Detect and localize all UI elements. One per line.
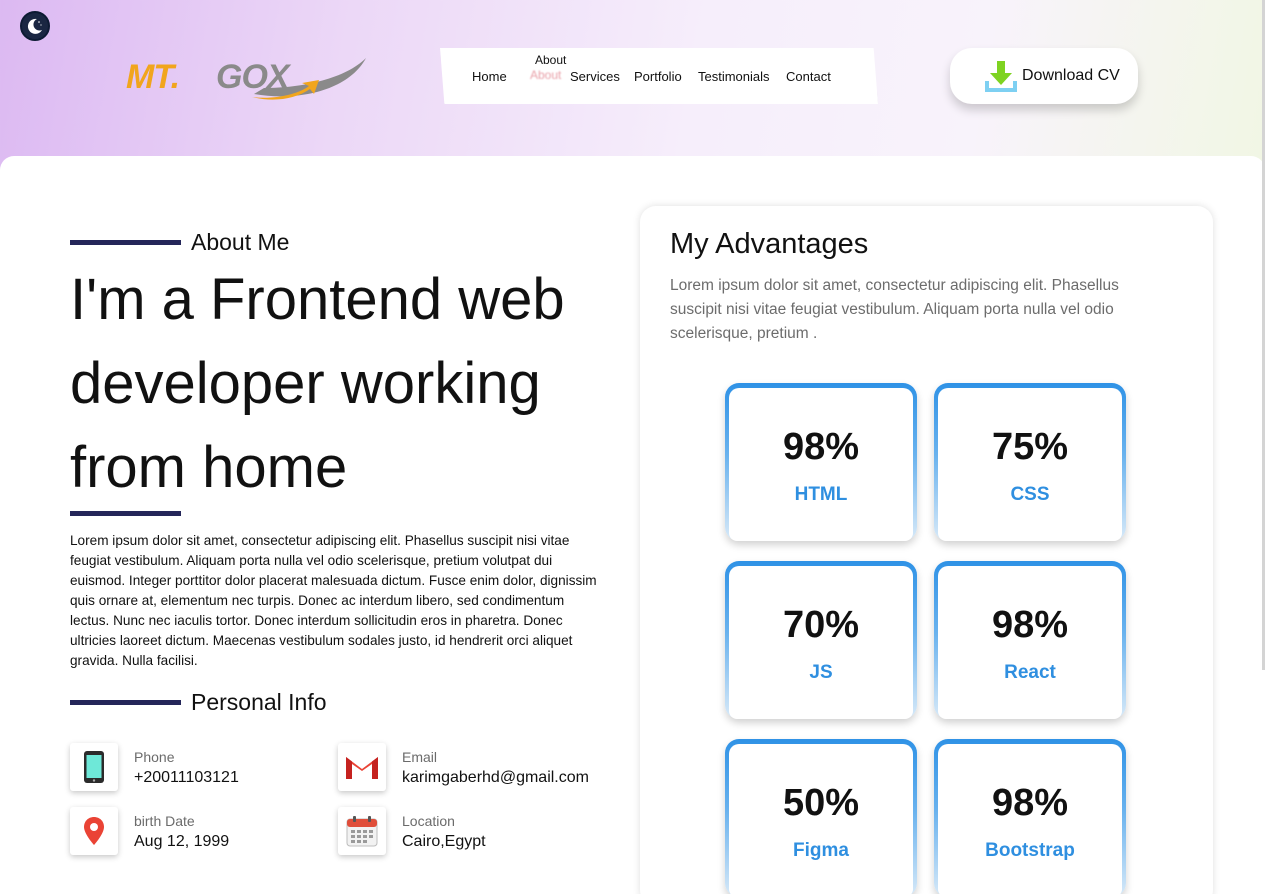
nav-link-home[interactable]: Home: [472, 69, 507, 84]
skill-card: 70% JS: [725, 561, 917, 719]
info-phone-label: Phone: [134, 749, 175, 765]
download-cv-label: Download CV: [1022, 67, 1120, 84]
personal-info-bar: [70, 700, 181, 705]
skill-percent: 98%: [991, 782, 1069, 824]
about-bio: Lorem ipsum dolor sit amet, consectetur …: [70, 533, 597, 668]
skill-percent: 50%: [782, 782, 860, 824]
about-me-bar: [70, 240, 181, 245]
advantages-card: My Advantages Lorem ipsum dolor sit amet…: [640, 206, 1213, 894]
personal-info-label: Personal Info: [70, 689, 327, 716]
skill-name: JS: [809, 662, 833, 683]
svg-text:GOX: GOX: [216, 58, 292, 96]
nav-link-about[interactable]: About About: [529, 51, 569, 85]
skill-card: 98% Bootstrap: [934, 739, 1126, 894]
skill-card: 98% React: [934, 561, 1126, 719]
skill-card: 50% Figma: [725, 739, 917, 894]
skill-name: Bootstrap: [985, 840, 1075, 861]
headline-underline: [70, 511, 181, 516]
about-me-text: About Me: [191, 229, 290, 255]
map-pin-icon: [84, 817, 104, 845]
skill-percent: 75%: [991, 426, 1069, 468]
info-email-label: Email: [402, 749, 438, 765]
info-location-value: Cairo,Egypt: [402, 833, 486, 850]
info-location-label: Location: [402, 813, 455, 829]
advantages-title: My Advantages: [670, 228, 869, 260]
info-email-value[interactable]: karimgaberhd@gmail.com: [402, 769, 589, 787]
about-me-label: About Me: [70, 229, 289, 256]
download-cv-button[interactable]: Download CV: [950, 48, 1138, 104]
personal-info-text: Personal Info: [191, 689, 327, 715]
info-phone-value: +20011103121: [134, 769, 239, 786]
skill-percent: 98%: [991, 604, 1069, 646]
skill-name: HTML: [794, 484, 848, 505]
skill-percent: 98%: [782, 426, 860, 468]
info-birth-value: Aug 12, 1999: [134, 833, 230, 850]
info-email: Email karimgaberhd@gmail.com: [338, 743, 598, 793]
skill-percent: 70%: [782, 604, 860, 646]
nav-link-portfolio[interactable]: Portfolio: [634, 69, 682, 84]
skill-name: React: [1004, 662, 1056, 683]
nav-about-hover-label: About: [530, 68, 562, 82]
gmail-icon: [346, 755, 378, 779]
skill-card: 98% HTML: [725, 383, 917, 541]
theme-toggle-button[interactable]: [20, 11, 50, 41]
skill-name: Figma: [793, 840, 849, 861]
nav-about-label: About: [535, 53, 567, 67]
calendar-icon: [346, 816, 378, 847]
nav-link-services[interactable]: Services: [570, 69, 620, 84]
info-phone: Phone +20011103121: [70, 743, 330, 793]
info-birth-date: birth Date Aug 12, 1999: [70, 807, 330, 857]
info-birth-label: birth Date: [134, 813, 195, 829]
nav-link-contact[interactable]: Contact: [786, 69, 831, 84]
advantages-description: Lorem ipsum dolor sit amet, consectetur …: [670, 277, 1119, 342]
moon-icon: [26, 17, 44, 35]
skill-card: 75% CSS: [934, 383, 1126, 541]
nav-link-testimonials[interactable]: Testimonials: [698, 69, 770, 84]
svg-text:MT.: MT.: [126, 58, 179, 96]
phone-icon: [84, 751, 104, 783]
download-icon: [985, 61, 1017, 92]
skill-name: CSS: [1010, 484, 1050, 505]
site-logo[interactable]: MT. GOX: [124, 50, 369, 102]
page-headline: I'm a Frontend web developer working fro…: [70, 267, 565, 500]
info-location: Location Cairo,Egypt: [338, 807, 598, 857]
main-nav: Home About About Services Portfolio Test…: [440, 48, 878, 104]
